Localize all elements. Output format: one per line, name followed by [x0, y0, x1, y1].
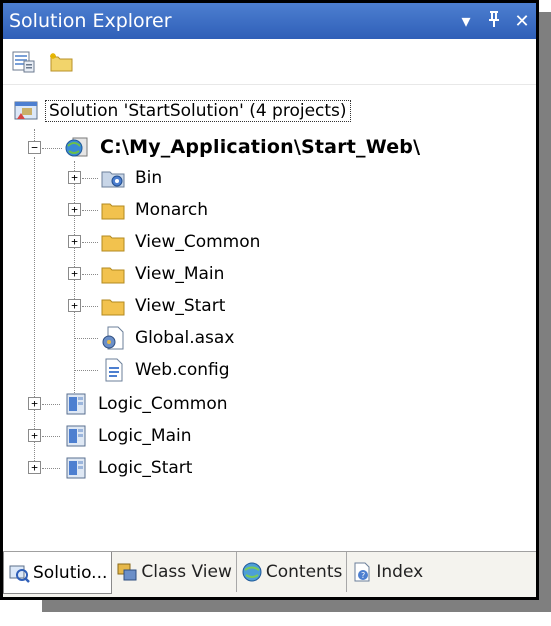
solution-icon	[13, 99, 39, 123]
tree-node-view-start[interactable]: View_Start	[100, 292, 228, 320]
folder-icon	[100, 262, 126, 286]
folder-icon	[100, 230, 126, 254]
folder-icon	[100, 294, 126, 318]
tree-node-label: Bin	[135, 168, 163, 188]
folder-icon	[100, 198, 126, 222]
contents-icon	[241, 561, 263, 583]
tab-label: Contents	[265, 562, 343, 582]
tree-node-global-asax[interactable]: Global.asax	[100, 324, 237, 352]
solution-tree: Solution 'StartSolution' (4 projects) − …	[3, 87, 536, 553]
solution-explorer-panel: Solution Explorer ▾ ✕ Solution 'StartSol…	[0, 0, 539, 600]
tree-node-view-main[interactable]: View_Main	[100, 260, 227, 288]
tree-node-label: Logic_Start	[98, 458, 193, 478]
expand-toggle[interactable]: +	[68, 267, 81, 280]
expand-toggle-logic-start[interactable]: +	[28, 461, 41, 474]
window-position-dropdown-icon[interactable]: ▾	[452, 11, 480, 32]
expand-toggle[interactable]: +	[68, 171, 81, 184]
tree-connector	[82, 242, 98, 243]
tree-connector	[74, 161, 75, 413]
tree-connector	[82, 306, 98, 307]
tree-connector	[34, 157, 35, 467]
tree-connector	[42, 148, 62, 149]
asax-file-icon	[100, 326, 126, 350]
tree-node-label: Monarch	[135, 200, 208, 220]
tree-connector	[75, 370, 98, 371]
tree-connector	[82, 210, 98, 211]
class-library-icon	[63, 392, 89, 416]
tree-node-label: View_Main	[135, 264, 225, 284]
tree-node-solution[interactable]: Solution 'StartSolution' (4 projects)	[13, 97, 351, 125]
tab-solution-explorer[interactable]: Solutio...	[3, 552, 113, 594]
tree-connector	[34, 129, 35, 141]
tree-node-label: View_Common	[135, 232, 261, 252]
tab-label: Class View	[141, 562, 232, 582]
class-view-icon	[116, 561, 138, 583]
tree-node-monarch[interactable]: Monarch	[100, 196, 211, 224]
panel-shadow-right	[537, 12, 551, 612]
solution-explorer-icon	[8, 562, 30, 584]
tab-label: Index	[376, 562, 424, 582]
expand-toggle-logic-common[interactable]: +	[28, 397, 41, 410]
expand-toggle-logic-main[interactable]: +	[28, 429, 41, 442]
expand-toggle[interactable]: +	[68, 235, 81, 248]
tree-node-web-config[interactable]: Web.config	[100, 356, 233, 384]
tab-contents[interactable]: Contents	[237, 552, 348, 592]
tree-connector	[82, 178, 98, 179]
tool-window-tabs: Solutio... Class View Contents ? Index	[3, 551, 536, 597]
solution-label: Solution 'StartSolution' (4 projects)	[45, 100, 351, 122]
show-all-files-icon[interactable]	[47, 47, 77, 77]
web-project-label: C:\My_Application\Start_Web\	[100, 136, 421, 158]
expand-toggle[interactable]: +	[68, 299, 81, 312]
tree-connector	[42, 404, 60, 405]
panel-title: Solution Explorer	[9, 10, 172, 32]
tree-connector	[75, 338, 98, 339]
tree-node-label: View_Start	[135, 296, 226, 316]
tree-connector	[42, 468, 60, 469]
tree-node-logic-start[interactable]: Logic_Start	[63, 454, 195, 482]
auto-hide-pin-icon[interactable]	[480, 9, 508, 33]
class-library-icon	[63, 456, 89, 480]
panel-shadow-bottom	[42, 598, 551, 612]
tree-node-label: Logic_Main	[98, 426, 192, 446]
index-icon: ?	[351, 561, 373, 583]
tree-connector	[82, 274, 98, 275]
collapse-toggle-web-project[interactable]: −	[28, 141, 41, 154]
tree-connector	[42, 436, 60, 437]
tree-node-view-common[interactable]: View_Common	[100, 228, 263, 256]
tree-node-web-project[interactable]: C:\My_Application\Start_Web\	[65, 133, 423, 161]
tree-node-label: Logic_Common	[98, 394, 228, 414]
tree-node-label: Global.asax	[135, 328, 235, 348]
tree-node-logic-common[interactable]: Logic_Common	[63, 390, 231, 418]
tree-node-label: Web.config	[135, 360, 230, 380]
tree-node-bin[interactable]: Bin	[100, 164, 165, 192]
tab-index[interactable]: ? Index	[347, 552, 427, 592]
svg-text:?: ?	[361, 571, 365, 580]
tab-label: Solutio...	[33, 562, 108, 583]
web-project-icon	[65, 135, 91, 159]
title-bar: Solution Explorer ▾ ✕	[3, 3, 536, 39]
properties-icon[interactable]	[9, 47, 39, 77]
tab-class-view[interactable]: Class View	[112, 552, 237, 592]
class-library-icon	[63, 424, 89, 448]
bin-folder-icon	[100, 166, 126, 190]
expand-toggle[interactable]: +	[68, 203, 81, 216]
config-file-icon	[100, 358, 126, 382]
tree-node-logic-main[interactable]: Logic_Main	[63, 422, 195, 450]
toolbar	[3, 39, 536, 85]
close-icon[interactable]: ✕	[508, 11, 536, 32]
